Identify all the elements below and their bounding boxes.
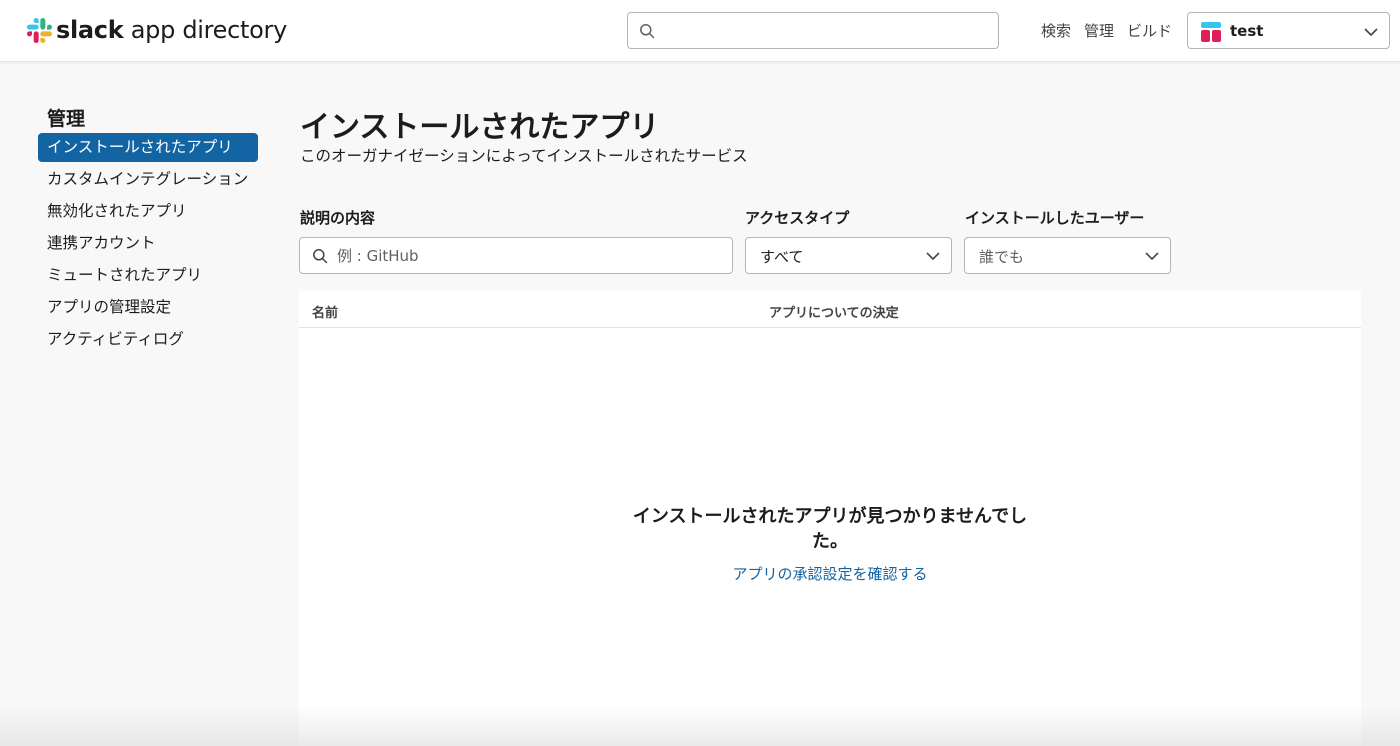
apps-table: 名前 アプリについての決定 インストールされたアプリが見つかりませんでした。 ア… <box>299 291 1361 746</box>
access-type-select[interactable]: すべて <box>745 237 952 274</box>
description-filter-label: 説明の内容 <box>300 209 376 227</box>
sidebar-title: 管理 <box>47 108 86 130</box>
sidebar-item-app-management-settings[interactable]: アプリの管理設定 <box>38 293 260 322</box>
installer-label: インストールしたユーザー <box>965 209 1145 227</box>
sidebar-item-linked-accounts[interactable]: 連携アカウント <box>38 229 260 258</box>
slack-logo[interactable]: slack app directory <box>27 16 287 44</box>
access-type-value: すべて <box>760 248 804 266</box>
chevron-down-icon <box>926 252 940 261</box>
description-filter <box>299 237 733 274</box>
logo-text-bold: slack <box>56 16 124 44</box>
column-header-decision[interactable]: アプリについての決定 <box>769 302 899 321</box>
chevron-down-icon <box>1364 28 1378 37</box>
nav-link-manage[interactable]: 管理 <box>1084 20 1114 41</box>
header-nav: 検索 管理 ビルド <box>1041 20 1172 41</box>
sidebar-item-muted-apps[interactable]: ミュートされたアプリ <box>38 261 260 290</box>
workspace-name: test <box>1230 22 1264 40</box>
access-type-label: アクセスタイプ <box>745 209 850 227</box>
chevron-down-icon <box>1145 252 1159 261</box>
check-approval-settings-link[interactable]: アプリの承認設定を確認する <box>299 563 1361 584</box>
page-title: インストールされたアプリ <box>300 110 660 145</box>
sidebar-item-custom-integrations[interactable]: カスタムインテグレーション <box>38 165 260 194</box>
nav-link-search[interactable]: 検索 <box>1041 20 1071 41</box>
sidebar: 管理 インストールされたアプリ カスタムインテグレーション 無効化されたアプリ … <box>38 104 260 357</box>
search-icon <box>640 24 655 39</box>
nav-link-build[interactable]: ビルド <box>1127 20 1172 41</box>
empty-state: インストールされたアプリが見つかりませんでした。 <box>299 504 1361 554</box>
slack-logo-icon <box>27 17 52 43</box>
workspace-switcher[interactable]: test <box>1187 12 1390 49</box>
header-search-input[interactable] <box>627 12 999 49</box>
top-header: slack app directory 検索 管理 ビルド test <box>0 0 1400 62</box>
workspace-icon <box>1201 22 1221 42</box>
installer-select[interactable]: 誰でも <box>964 237 1171 274</box>
installer-value: 誰でも <box>979 248 1025 266</box>
empty-state-title: インストールされたアプリが見つかりませんでした。 <box>632 506 1028 552</box>
column-header-name[interactable]: 名前 <box>312 302 338 321</box>
table-header: 名前 アプリについての決定 <box>299 291 1361 328</box>
search-icon <box>313 249 328 264</box>
sidebar-item-installed-apps[interactable]: インストールされたアプリ <box>38 133 258 162</box>
description-search-input[interactable] <box>337 245 717 267</box>
logo-text: slack app directory <box>56 16 287 44</box>
logo-text-rest: app directory <box>123 16 288 44</box>
sidebar-item-disabled-apps[interactable]: 無効化されたアプリ <box>38 197 260 226</box>
page-subtitle: このオーガナイゼーションによってインストールされたサービス <box>300 147 748 165</box>
sidebar-item-activity-log[interactable]: アクティビティログ <box>38 325 260 354</box>
